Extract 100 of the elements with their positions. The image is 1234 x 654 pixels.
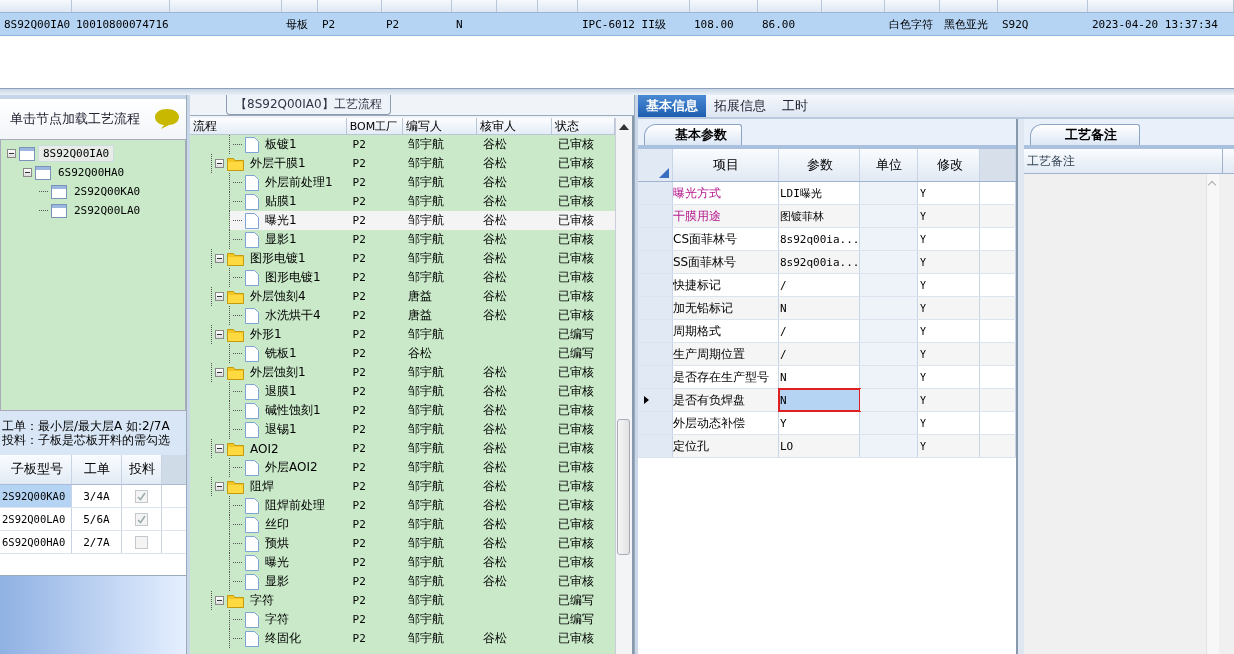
scrollbar[interactable] <box>615 118 632 654</box>
tree-item[interactable]: 字符 <box>262 611 292 628</box>
tree-item[interactable]: 阻焊 <box>247 478 277 495</box>
table-cell: 邹宇航 <box>408 250 445 267</box>
table-cell: P2 <box>352 328 366 341</box>
column-header[interactable]: 项目 <box>673 149 779 181</box>
document-icon <box>245 402 259 419</box>
table-row[interactable]: 生产周期位置 / Y <box>638 343 1016 366</box>
checkbox[interactable] <box>135 535 148 549</box>
tree-item[interactable]: 碱性蚀刻1 <box>262 402 324 419</box>
table-cell <box>860 389 918 411</box>
table-row[interactable]: 定位孔 LO Y <box>638 435 1016 458</box>
collapse-icon[interactable] <box>215 444 224 453</box>
tree-item[interactable]: 终固化 <box>262 630 304 647</box>
splitter[interactable] <box>186 95 190 654</box>
tree-item[interactable]: 6S92Q00HA0 <box>54 165 129 180</box>
tree-item[interactable]: 外层AOI2 <box>262 459 321 476</box>
collapse-icon[interactable] <box>215 330 224 339</box>
collapse-icon[interactable] <box>215 596 224 605</box>
tree-item[interactable]: 水洗烘干4 <box>262 307 324 324</box>
table-cell: 干膜用途 <box>673 207 721 225</box>
table-cell[interactable]: 6S92Q00HA0 <box>0 531 72 553</box>
column-header[interactable]: 工单 <box>72 455 122 485</box>
tab[interactable]: 基本信息 <box>638 95 706 117</box>
table-cell: 邹宇航 <box>408 497 445 514</box>
tree-item[interactable]: 图形电镀1 <box>262 269 324 286</box>
collapse-icon[interactable] <box>215 292 224 301</box>
tree-item[interactable]: 图形电镀1 <box>247 250 309 267</box>
tree-item[interactable]: 显影1 <box>262 231 300 248</box>
checkbox[interactable] <box>135 489 148 503</box>
tree-item[interactable]: 预烘 <box>262 535 292 552</box>
collapse-icon[interactable] <box>7 149 16 158</box>
checkbox[interactable] <box>135 512 148 526</box>
tree-item[interactable]: 铣板1 <box>262 345 300 362</box>
tree-item[interactable]: AOI2 <box>247 441 282 456</box>
document-icon <box>245 535 259 552</box>
row-header[interactable] <box>638 389 673 411</box>
column-header[interactable]: 工艺备注 <box>1024 149 1223 173</box>
tree-item[interactable]: 显影 <box>262 573 292 590</box>
panel-tab[interactable]: 【8S92Q00IA0】工艺流程 <box>226 95 391 115</box>
document-icon <box>245 269 259 286</box>
tree-item[interactable]: 外形1 <box>247 326 285 343</box>
column-header[interactable]: 单位 <box>860 149 918 181</box>
column-header[interactable]: 参数 <box>779 149 860 181</box>
table-cell: 已审核 <box>558 212 595 229</box>
tab[interactable]: 工时 <box>774 95 816 117</box>
table-cell: 唐益 <box>408 307 433 324</box>
table-cell: P2 <box>352 442 366 455</box>
collapse-icon[interactable] <box>23 168 32 177</box>
tree-item[interactable]: 板镀1 <box>262 136 300 153</box>
column-header[interactable]: 编写人 <box>402 118 478 134</box>
table-cell: SS面菲林号 <box>673 253 737 271</box>
table-cell <box>860 251 918 273</box>
table-cell: 10010800074716 <box>76 17 169 31</box>
folder-icon <box>227 479 244 494</box>
tree-item[interactable]: 8S92Q00IA0 <box>38 145 115 162</box>
scrollbar-thumb[interactable] <box>617 419 630 555</box>
tree-item[interactable]: 曝光 <box>262 554 292 571</box>
table-cell: 母板 <box>286 17 308 31</box>
panel-tab[interactable]: 工艺备注 <box>1030 124 1140 145</box>
table-row[interactable]: 干膜用途 图镀菲林 Y <box>638 205 1016 228</box>
collapse-icon[interactable] <box>215 254 224 263</box>
column-header[interactable]: 核审人 <box>477 118 553 134</box>
table-row[interactable]: 加无铅标记 N Y <box>638 297 1016 320</box>
collapse-icon[interactable] <box>215 368 224 377</box>
tree-item[interactable]: 外层蚀刻4 <box>247 288 309 305</box>
tree-item[interactable]: 退锡1 <box>262 421 300 438</box>
splitter[interactable] <box>0 88 1234 95</box>
column-header[interactable]: 流程 <box>190 118 347 134</box>
table-cell: P2 <box>352 195 366 208</box>
tree-item[interactable]: 丝印 <box>262 516 292 533</box>
collapse-icon[interactable] <box>215 159 224 168</box>
tree-item[interactable]: 外层前处理1 <box>262 174 336 191</box>
table-row[interactable]: SS面菲林号 8s92q00ia... Y <box>638 251 1016 274</box>
table-cell: 邹宇航 <box>408 231 445 248</box>
column-header[interactable]: BOM工厂 <box>346 118 403 134</box>
tree-item[interactable]: 退膜1 <box>262 383 300 400</box>
table-cell: P2 <box>352 309 366 322</box>
table-cell: P2 <box>352 138 366 151</box>
tree-item[interactable]: 2S92Q00KA0 <box>70 184 145 199</box>
tree-item[interactable]: 贴膜1 <box>262 193 300 210</box>
tree-item[interactable]: 字符 <box>247 592 277 609</box>
table-cell: 谷松 <box>483 212 508 229</box>
table-cell[interactable]: 2S92Q00KA0 <box>0 485 72 507</box>
table-row[interactable]: 8S92Q00IA0 10010800074716 母板 P2 P2 N IPC-6012 II级 108.00 86.00 白色字符 黑色亚光 S92Q 2023-04-20 13:37:34 <box>0 13 1234 36</box>
tree-item[interactable]: 阻焊前处理 <box>262 497 328 514</box>
table-row[interactable]: 是否有负焊盘 N Y <box>638 389 1016 412</box>
panel-tab[interactable]: 基本参数 <box>644 124 742 145</box>
scrollbar[interactable] <box>1206 174 1219 654</box>
collapse-icon[interactable] <box>215 482 224 491</box>
tree-item[interactable]: 外层蚀刻1 <box>247 364 309 381</box>
tree-item[interactable]: 2S92Q00LA0 <box>70 203 145 218</box>
table-cell: 5/6A <box>72 508 122 530</box>
table-cell[interactable]: 2S92Q00LA0 <box>0 508 72 530</box>
table-cell[interactable]: N <box>779 389 860 411</box>
tree-item[interactable]: 外层干膜1 <box>247 155 309 172</box>
table-cell: 邹宇航 <box>408 174 445 191</box>
tab[interactable]: 拓展信息 <box>706 95 774 117</box>
table-cell: P2 <box>352 632 366 645</box>
table-cell: 已审核 <box>558 535 595 552</box>
